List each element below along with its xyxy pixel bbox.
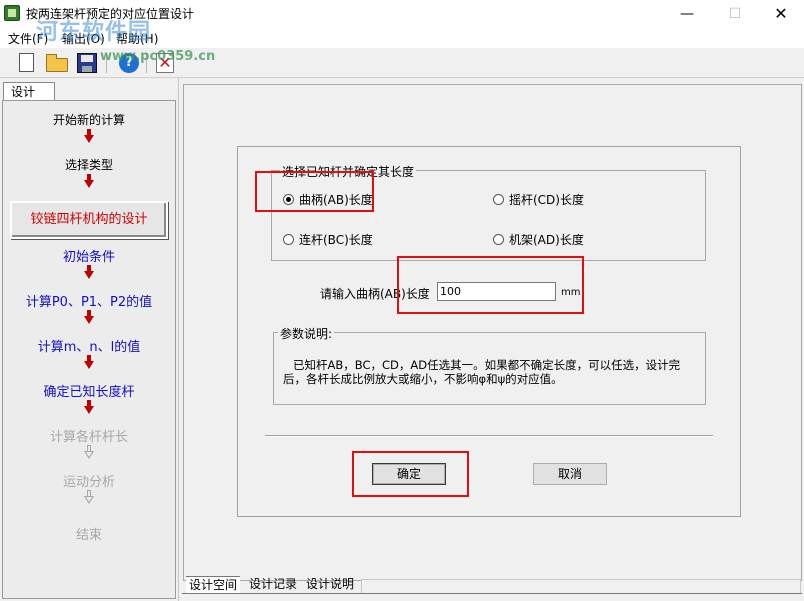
highlight-box-crank	[255, 171, 374, 212]
exit-icon[interactable]: ✕	[152, 51, 178, 75]
maximize-button[interactable]: ☐	[712, 0, 758, 28]
horizontal-scrollbar[interactable]	[361, 579, 801, 594]
down-arrow-icon	[84, 445, 94, 459]
radio-frame[interactable]: 机架(AD)长度	[493, 231, 584, 248]
open-folder-icon[interactable]	[44, 51, 70, 75]
step-known-rod[interactable]: 确定已知长度杆	[3, 381, 175, 400]
tab-design-record[interactable]: 设计记录	[246, 576, 300, 593]
window-title: 按两连架杆预定的对应位置设计	[26, 7, 195, 21]
highlight-box-input	[397, 256, 584, 314]
save-disk-icon[interactable]	[74, 51, 100, 75]
radio-coupler-button[interactable]	[283, 234, 294, 245]
menu-file[interactable]: 文件(F)	[8, 30, 48, 47]
description-line-1: 已知杆AB，BC，CD，AD任选其一。如果都不确定长度，可以任选，设计完	[293, 358, 681, 372]
radio-rocker-label: 摇杆(CD)长度	[509, 193, 584, 207]
dialog-separator	[265, 435, 713, 437]
radio-rocker[interactable]: 摇杆(CD)长度	[493, 191, 584, 208]
down-arrow-icon	[84, 355, 94, 369]
down-arrow-icon	[84, 174, 94, 188]
tab-design-notes[interactable]: 设计说明	[303, 576, 357, 593]
menu-help[interactable]: 帮助(H)	[116, 30, 158, 47]
radio-rocker-button[interactable]	[493, 194, 504, 205]
down-arrow-icon	[84, 265, 94, 279]
highlight-box-ok	[352, 451, 469, 497]
toolbar: ? ✕	[0, 48, 804, 78]
step-new-calc[interactable]: 开始新的计算	[3, 111, 175, 128]
down-arrow-icon	[84, 310, 94, 324]
new-file-icon[interactable]	[14, 51, 40, 75]
step-select-type[interactable]: 选择类型	[3, 156, 175, 173]
step-calc-rods: 计算各杆杆长	[49, 430, 128, 445]
step-current-label: 铰链四杆机构的设计	[30, 212, 148, 227]
steps-panel: 开始新的计算 选择类型 铰链四杆机构的设计 初始条件 计算P0、P1、P2的值 …	[2, 100, 176, 599]
tab-design-space[interactable]: 设计空间	[186, 576, 241, 593]
step-end: 结束	[75, 528, 102, 543]
minimize-button[interactable]: —	[664, 0, 710, 28]
cancel-button[interactable]: 取消	[533, 463, 607, 485]
left-panel: 设计 开始新的计算 选择类型 铰链四杆机构的设计 初始条件 计算P0、P1、P2…	[0, 78, 178, 601]
app-icon	[4, 5, 20, 21]
down-arrow-icon	[84, 490, 94, 504]
bottom-divider	[182, 593, 802, 594]
step-motion: 运动分析	[62, 475, 115, 490]
title-bar: 按两连架杆预定的对应位置设计 — ☐ ✕	[0, 0, 804, 28]
help-icon[interactable]: ?	[116, 51, 142, 75]
menu-output[interactable]: 输出(O)	[62, 30, 105, 47]
menu-bar: 文件(F) 输出(O) 帮助(H)	[0, 28, 804, 48]
tab-design[interactable]: 设计	[3, 82, 55, 101]
description-line-2: 后，各杆长成比例放大或缩小，不影响φ和ψ的对应值。	[283, 372, 563, 386]
close-button[interactable]: ✕	[758, 0, 804, 28]
down-arrow-icon	[84, 129, 94, 143]
step-initial[interactable]: 初始条件	[3, 246, 175, 265]
down-arrow-icon	[84, 400, 94, 414]
step-calc-mnl[interactable]: 计算m、n、l的值	[3, 336, 175, 355]
description-group-title: 参数说明:	[278, 325, 335, 342]
radio-coupler-label: 连杆(BC)长度	[299, 233, 373, 247]
step-current[interactable]: 铰链四杆机构的设计	[10, 201, 168, 239]
radio-coupler[interactable]: 连杆(BC)长度	[283, 231, 373, 248]
radio-frame-label: 机架(AD)长度	[509, 233, 584, 247]
toolbar-separator	[106, 53, 107, 73]
radio-frame-button[interactable]	[493, 234, 504, 245]
step-calc-p[interactable]: 计算P0、P1、P2的值	[3, 291, 175, 310]
toolbar-separator	[146, 53, 147, 73]
